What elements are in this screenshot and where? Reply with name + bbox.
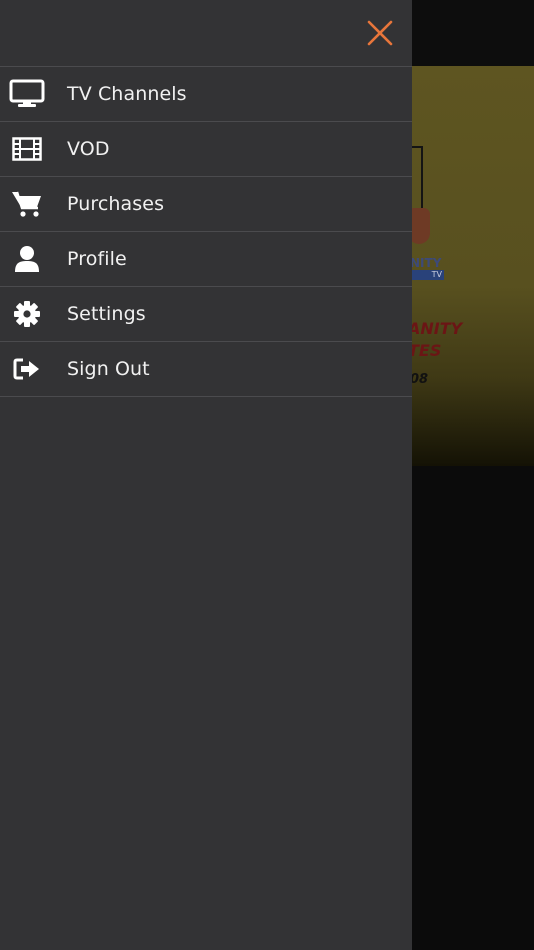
close-button[interactable] [366,19,394,47]
banner-logo-text: NITY [410,256,442,270]
navigation-drawer: TV Channels VOD Purchases Profile Settin… [0,0,412,950]
menu-item-settings[interactable]: Settings [0,287,412,342]
cart-icon [12,191,41,217]
close-icon [367,20,393,46]
film-icon [12,137,42,161]
menu-item-sign-out[interactable]: Sign Out [0,342,412,397]
gear-icon [14,301,40,327]
banner-title-line1: ANITY [408,319,463,338]
banner-title-line2: TES [408,341,442,360]
menu-item-label: Sign Out [67,358,150,380]
sign-out-icon [13,358,39,380]
menu-item-label: Profile [67,248,127,270]
menu-item-vod[interactable]: VOD [0,122,412,177]
menu-item-label: Purchases [67,193,165,215]
banner-number: 08 [410,372,429,387]
menu-item-label: Settings [67,303,146,325]
app-screen: NITY TV ANITY TES 08 TV Channels VOD Pur… [0,0,534,950]
menu-item-label: VOD [67,138,110,160]
menu-item-profile[interactable]: Profile [0,232,412,287]
banner-title: ANITY TES [408,318,462,362]
menu-item-tv-channels[interactable]: TV Channels [0,67,412,122]
menu-item-label: TV Channels [67,83,187,105]
user-icon [15,246,39,272]
menu-item-purchases[interactable]: Purchases [0,177,412,232]
banner-logo-badge: TV [410,270,444,280]
drawer-header [0,0,412,67]
monitor-icon [9,79,45,107]
